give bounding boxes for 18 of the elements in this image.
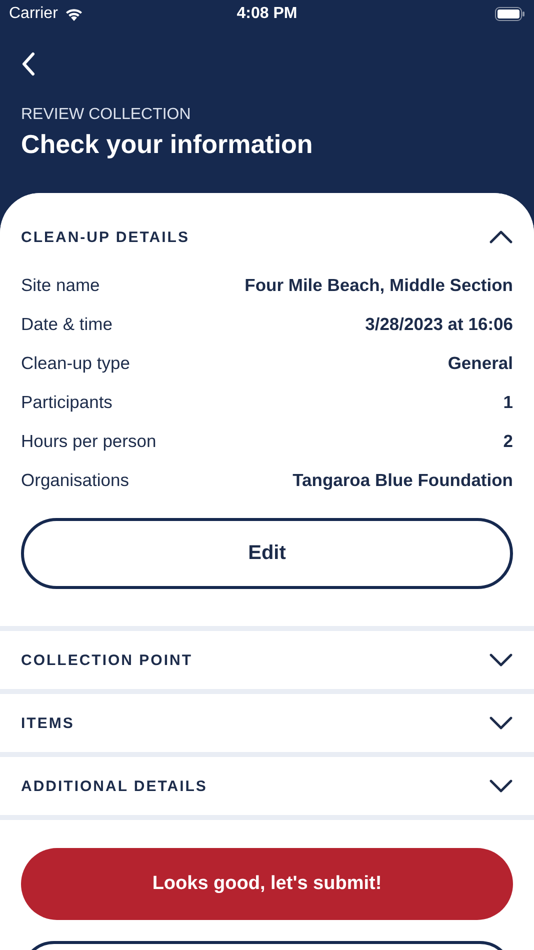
header-subtitle: REVIEW COLLECTION: [21, 106, 192, 124]
status-time: 4:08 PM: [236, 5, 298, 23]
field-value: 1: [503, 392, 513, 413]
field-label: Date & time: [21, 314, 112, 335]
field-label: Hours per person: [21, 431, 156, 452]
field-label: Participants: [21, 392, 112, 413]
field-value: Four Mile Beach, Middle Section: [244, 275, 513, 296]
field-value: 3/28/2023 at 16:06: [365, 314, 513, 335]
page-title: Check your information: [21, 129, 314, 160]
field-value: 2: [503, 431, 513, 452]
carrier-label: Carrier: [9, 5, 58, 23]
field-label: Site name: [21, 275, 100, 296]
field-value: General: [448, 353, 513, 374]
field-label: Organisations: [21, 470, 129, 491]
field-label: Clean-up type: [21, 353, 130, 374]
edit-button[interactable]: Edit: [21, 518, 513, 589]
field-value: Tangaroa Blue Foundation: [292, 470, 513, 491]
submit-button[interactable]: Looks good, let's submit!: [21, 848, 513, 920]
